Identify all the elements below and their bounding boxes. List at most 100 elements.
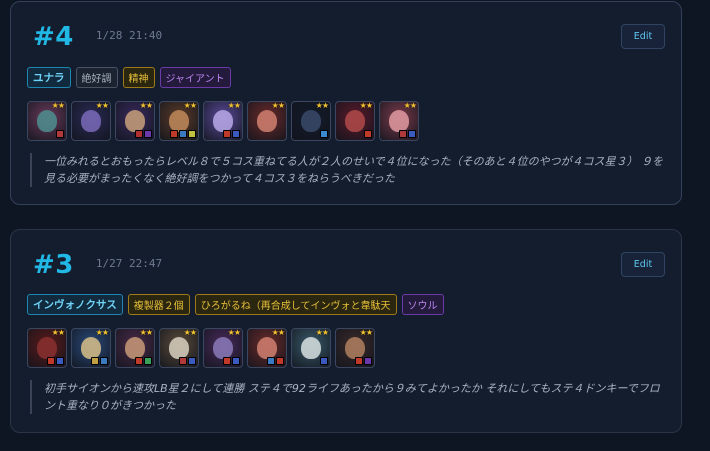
champion-icon: ★★: [247, 328, 287, 368]
item-icon: [276, 357, 284, 365]
item-list: [170, 130, 196, 138]
item-list: [223, 357, 240, 365]
champion-portrait: [213, 337, 233, 359]
item-list: [267, 357, 284, 365]
item-icon: [188, 130, 196, 138]
champion-icon: ★★: [27, 328, 67, 368]
item-icon: [91, 357, 99, 365]
champion-portrait: [257, 337, 277, 359]
champion-icon: ★★: [379, 101, 419, 141]
star-level-icon: ★★: [95, 101, 109, 110]
tag-list: ユナラ 絶好調 精神 ジャイアント: [27, 67, 231, 88]
item-icon: [170, 130, 178, 138]
champion-portrait: [125, 110, 145, 132]
star-level-icon: ★★: [315, 101, 329, 110]
star-level-icon: ★★: [139, 328, 153, 337]
placement-rank: #4: [33, 22, 74, 52]
champion-icon: ★★: [159, 101, 199, 141]
star-level-icon: ★★: [359, 101, 373, 110]
champion-list: ★★ ★★ ★★ ★★ ★★ ★★ ★★ ★★ ★★: [27, 101, 419, 141]
item-icon: [320, 130, 328, 138]
champion-icon: ★★: [71, 328, 111, 368]
tag-list: インヴォノクサス 複製器２個 ひろがるね（再合成してインヴォと韋駄天 ソウル: [27, 294, 444, 315]
item-list: [135, 130, 152, 138]
champion-list: ★★ ★★ ★★ ★★ ★★ ★★ ★★ ★★: [27, 328, 375, 368]
star-level-icon: ★★: [51, 328, 65, 337]
star-level-icon: ★★: [227, 328, 241, 337]
tag: 精神: [122, 67, 155, 88]
star-level-icon: ★★: [183, 101, 197, 110]
champion-portrait: [345, 110, 365, 132]
card-header: #3 1/27 22:47: [33, 250, 162, 280]
match-time: 1/28 21:40: [95, 29, 163, 42]
champion-portrait: [37, 337, 57, 359]
item-icon: [56, 130, 64, 138]
item-list: [179, 357, 196, 365]
champion-icon: ★★: [71, 101, 111, 141]
tag: ジャイアント: [159, 67, 231, 88]
champion-portrait: [301, 110, 321, 132]
item-list: [56, 130, 64, 138]
item-icon: [355, 357, 363, 365]
star-level-icon: ★★: [359, 328, 373, 337]
champion-portrait: [125, 337, 145, 359]
star-level-icon: ★★: [227, 101, 241, 110]
star-level-icon: ★★: [95, 328, 109, 337]
item-list: [399, 130, 416, 138]
match-time: 1/27 22:47: [95, 257, 163, 270]
champion-portrait: [81, 337, 101, 359]
champion-portrait: [213, 110, 233, 132]
champion-icon: ★★: [203, 328, 243, 368]
item-icon: [232, 130, 240, 138]
item-icon: [144, 357, 152, 365]
champion-portrait: [169, 337, 189, 359]
tag: ソウル: [401, 294, 444, 315]
tag: 複製器２個: [127, 294, 190, 315]
match-card: #3 1/27 22:47 Edit インヴォノクサス 複製器２個 ひろがるね（…: [10, 229, 682, 433]
item-icon: [408, 130, 416, 138]
champion-icon: ★★: [159, 328, 199, 368]
star-level-icon: ★★: [51, 101, 65, 110]
star-level-icon: ★★: [315, 328, 329, 337]
champion-icon: ★★: [115, 101, 155, 141]
champion-portrait: [81, 110, 101, 132]
item-icon: [179, 357, 187, 365]
champion-portrait: [301, 337, 321, 359]
item-list: [223, 130, 240, 138]
item-icon: [47, 357, 55, 365]
champion-icon: ★★: [27, 101, 67, 141]
item-list: [135, 357, 152, 365]
item-list: [320, 357, 328, 365]
item-icon: [320, 357, 328, 365]
tag-main: ユナラ: [27, 67, 71, 88]
item-icon: [179, 130, 187, 138]
star-level-icon: ★★: [271, 101, 285, 110]
placement-rank: #3: [33, 250, 74, 280]
edit-button[interactable]: Edit: [621, 252, 665, 277]
match-note: 初手サイオンから速攻LB星２にして連勝 ステ４で92ライフあったから９みてよかっ…: [30, 380, 670, 414]
item-icon: [223, 357, 231, 365]
item-icon: [135, 130, 143, 138]
tag: 絶好調: [75, 67, 118, 88]
item-icon: [188, 357, 196, 365]
star-level-icon: ★★: [139, 101, 153, 110]
item-icon: [100, 357, 108, 365]
item-list: [320, 130, 328, 138]
champion-portrait: [345, 337, 365, 359]
champion-icon: ★★: [291, 101, 331, 141]
champion-icon: ★★: [291, 328, 331, 368]
champion-portrait: [169, 110, 189, 132]
match-card: #4 1/28 21:40 Edit ユナラ 絶好調 精神 ジャイアント ★★ ★…: [10, 1, 682, 205]
item-list: [355, 357, 372, 365]
champion-portrait: [389, 110, 409, 132]
champion-portrait: [257, 110, 277, 132]
champion-icon: ★★: [203, 101, 243, 141]
match-note: 一位みれるとおもったらレベル８で５コス重ねてる人が２人のせいで４位になった（その…: [30, 153, 670, 187]
item-icon: [399, 130, 407, 138]
star-level-icon: ★★: [271, 328, 285, 337]
edit-button[interactable]: Edit: [621, 24, 665, 49]
champion-icon: ★★: [335, 101, 375, 141]
champion-portrait: [37, 110, 57, 132]
item-list: [364, 130, 372, 138]
item-icon: [223, 130, 231, 138]
